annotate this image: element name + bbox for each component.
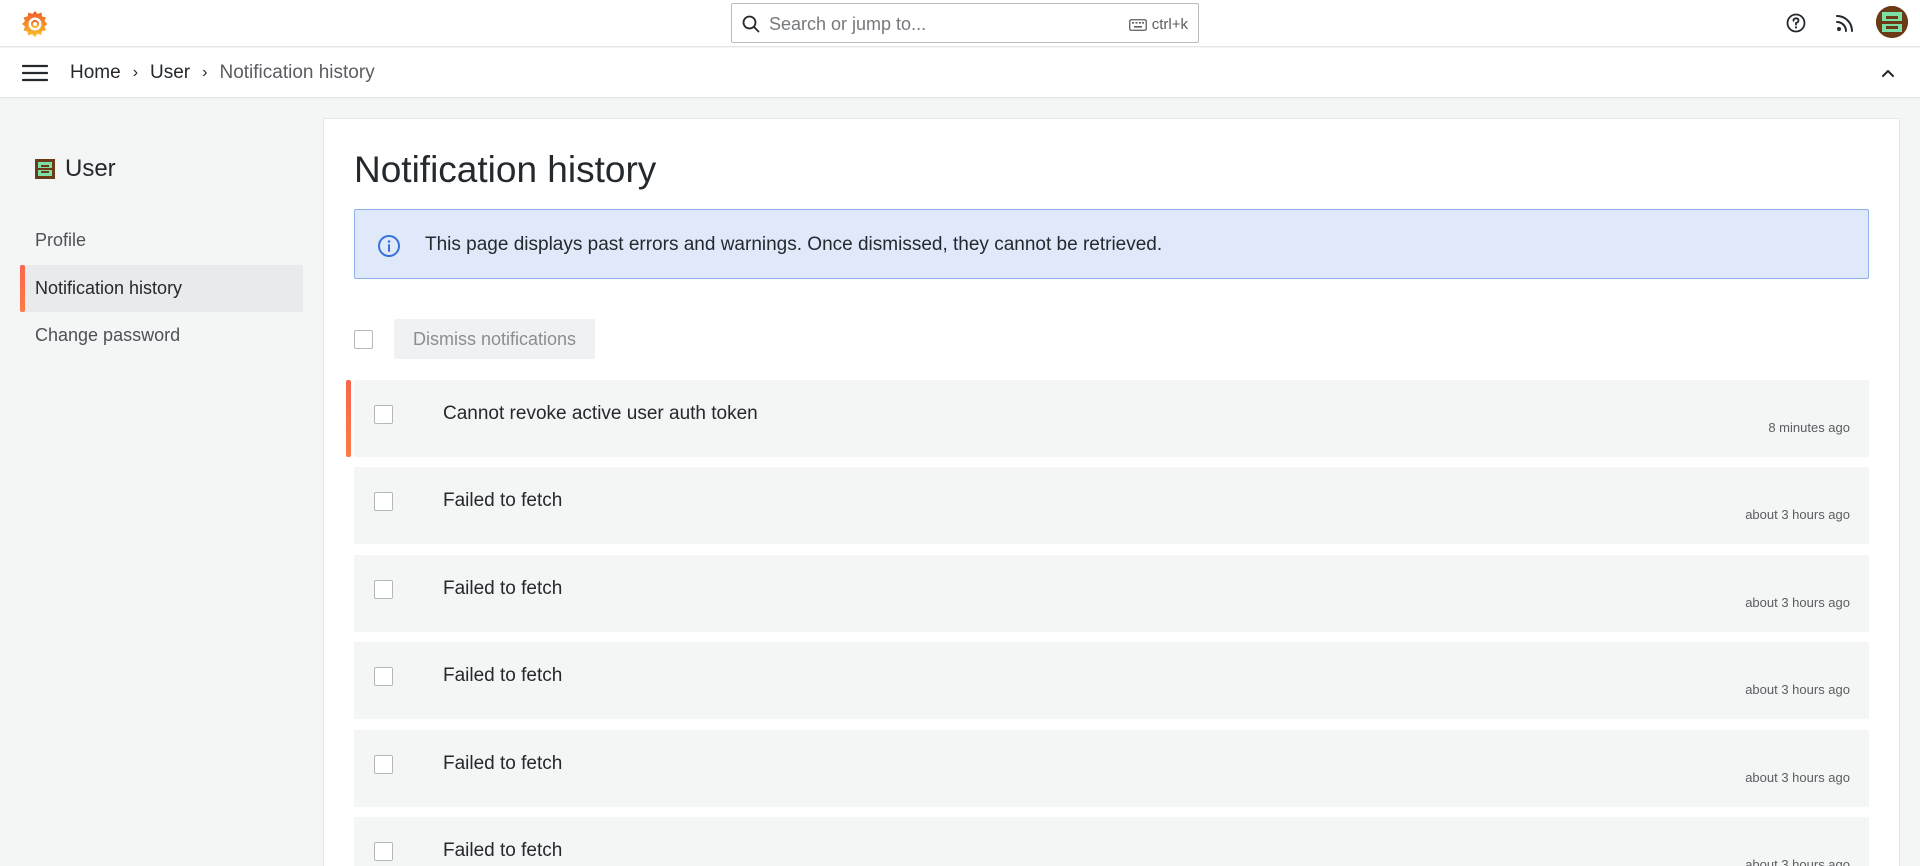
chevron-up-icon[interactable]	[1878, 63, 1898, 83]
notification-item: Failed to fetch about 3 hours ago	[354, 555, 1869, 632]
notification-item: Failed to fetch about 3 hours ago	[354, 642, 1869, 719]
menu-icon[interactable]	[21, 62, 49, 84]
search-placeholder: Search or jump to...	[769, 14, 927, 34]
chevron-right-icon: ›	[202, 64, 208, 81]
top-bar: Search or jump to... ctrl+k	[0, 0, 1920, 47]
page-title: Notification history	[354, 149, 657, 190]
notification-checkbox[interactable]	[374, 755, 393, 774]
notification-checkbox[interactable]	[374, 842, 393, 861]
breadcrumb-current: Notification history	[219, 62, 375, 83]
main-panel: Notification history This page displays …	[323, 118, 1900, 866]
notification-time: 8 minutes ago	[1768, 420, 1850, 435]
select-all-checkbox[interactable]	[354, 329, 373, 349]
sidebar-item-profile[interactable]: Profile	[20, 217, 303, 264]
notification-checkbox[interactable]	[374, 667, 393, 686]
notification-time: about 3 hours ago	[1745, 857, 1850, 866]
grafana-logo-icon[interactable]	[20, 9, 50, 39]
search-input[interactable]: Search or jump to... ctrl+k	[731, 3, 1199, 43]
help-icon[interactable]	[1784, 11, 1808, 35]
user-avatar-icon	[35, 159, 55, 179]
sidebar-item-notification-history[interactable]: Notification history	[20, 265, 303, 312]
info-message: This page displays past errors and warni…	[425, 234, 1163, 255]
notification-text: Failed to fetch	[443, 840, 563, 861]
search-icon	[742, 15, 760, 33]
chevron-right-icon: ›	[132, 64, 139, 81]
notification-time: about 3 hours ago	[1745, 595, 1850, 610]
breadcrumb-user[interactable]: User	[150, 62, 190, 84]
notification-item: Failed to fetch about 3 hours ago	[354, 730, 1869, 807]
sidebar-item-change-password[interactable]: Change password	[20, 312, 303, 359]
notification-checkbox[interactable]	[374, 405, 393, 424]
info-alert: This page displays past errors and warni…	[354, 209, 1869, 279]
notification-item: Cannot revoke active user auth token 8 m…	[346, 380, 1869, 457]
notification-item: Failed to fetch about 3 hours ago	[354, 817, 1869, 866]
breadcrumb-bar: Home › User › Notification history	[0, 48, 1920, 98]
notification-time: about 3 hours ago	[1745, 770, 1850, 785]
keyboard-icon	[1128, 18, 1147, 31]
notification-time: about 3 hours ago	[1745, 507, 1850, 522]
breadcrumb-home[interactable]: Home	[70, 62, 121, 84]
notification-checkbox[interactable]	[374, 580, 393, 599]
sidebar-title: User	[65, 155, 116, 182]
search-shortcut-hint: ctrl+k	[1128, 16, 1188, 33]
notification-time: about 3 hours ago	[1745, 682, 1850, 697]
info-icon	[378, 235, 400, 257]
notification-text: Failed to fetch	[443, 753, 563, 774]
sidebar-header: User	[35, 155, 116, 183]
notification-checkbox[interactable]	[374, 492, 393, 511]
notification-text: Cannot revoke active user auth token	[443, 403, 758, 424]
notification-text: Failed to fetch	[443, 665, 563, 686]
notification-item: Failed to fetch about 3 hours ago	[354, 467, 1869, 544]
dismiss-notifications-button[interactable]: Dismiss notifications	[394, 319, 596, 359]
user-avatar[interactable]	[1876, 6, 1908, 38]
notification-text: Failed to fetch	[443, 490, 563, 511]
sidebar: User Profile Notification history Change…	[0, 99, 320, 866]
news-feed-icon[interactable]	[1833, 11, 1857, 35]
notification-text: Failed to fetch	[443, 578, 563, 599]
breadcrumb: Home › User › Notification history	[70, 62, 375, 84]
shortcut-text: ctrl+k	[1151, 16, 1188, 33]
bulk-actions: Dismiss notifications	[354, 319, 596, 359]
